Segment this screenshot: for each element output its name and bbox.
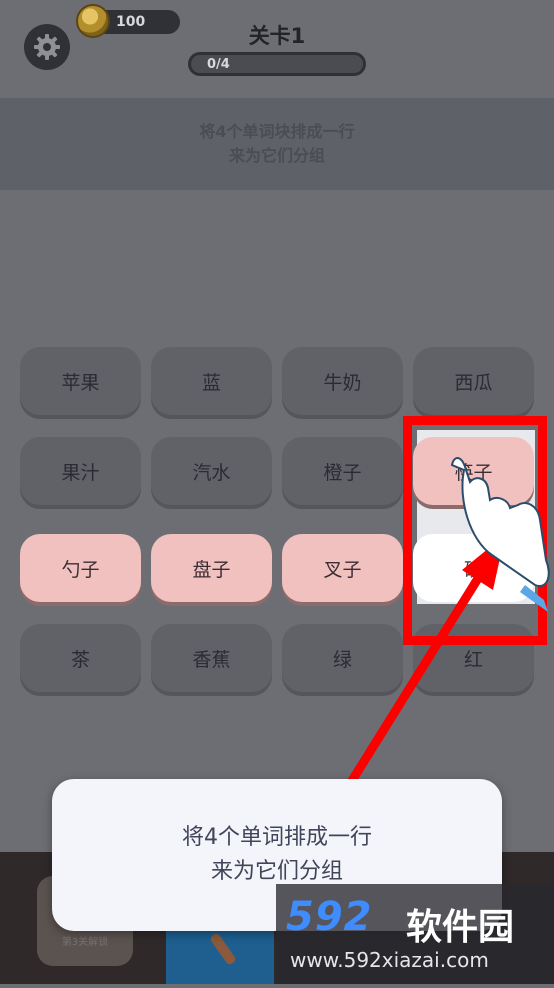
progress-bar: 0/4 (188, 52, 366, 76)
word-tile[interactable]: 绿 (282, 624, 403, 692)
watermark-url: www.592xiazai.com (290, 948, 489, 972)
watermark: 592 软件园 www.592xiazai.com (276, 884, 554, 984)
tooltip-line-1: 将4个单词排成一行 (182, 825, 372, 850)
word-tile-label: 绿 (332, 648, 352, 671)
word-tile[interactable]: 蓝 (151, 347, 272, 415)
word-tile[interactable]: 勺子 (20, 534, 141, 602)
instruction-line-1: 将4个单词块排成一行 (199, 122, 355, 141)
tutorial-highlight-box (403, 416, 547, 645)
word-tile-label: 盘子 (192, 558, 231, 581)
watermark-site-name: 软件园 (406, 907, 515, 948)
word-tile[interactable]: 西瓜 (413, 347, 534, 415)
locked-label: 第3关解锁 (61, 937, 109, 948)
word-tile-label: 勺子 (61, 558, 100, 581)
level-title: 关卡1 (248, 24, 306, 48)
word-tile-label: 红 (463, 648, 483, 671)
instruction-banner: 将4个单词块排成一行 来为它们分组 (0, 98, 554, 190)
word-tile-label: 叉子 (323, 558, 362, 581)
instruction-line-2: 来为它们分组 (228, 146, 325, 165)
word-tile[interactable]: 苹果 (20, 347, 141, 415)
word-tile[interactable]: 香蕉 (151, 624, 272, 692)
word-tile[interactable]: 盘子 (151, 534, 272, 602)
word-tile-label: 橙子 (323, 461, 362, 484)
word-tile-label: 果汁 (61, 461, 100, 484)
word-tile[interactable]: 果汁 (20, 437, 141, 505)
word-tile-label: 茶 (70, 648, 90, 671)
word-tile-label: 西瓜 (454, 371, 493, 394)
progress-text: 0/4 (207, 57, 230, 72)
word-tile-label: 蓝 (201, 371, 221, 394)
word-tile-label: 香蕉 (192, 648, 231, 671)
word-tile[interactable]: 汽水 (151, 437, 272, 505)
word-tile-label: 汽水 (192, 461, 231, 484)
watermark-brand: 592 (286, 894, 373, 940)
word-tile[interactable]: 牛奶 (282, 347, 403, 415)
word-tile[interactable]: 橙子 (282, 437, 403, 505)
word-tile[interactable]: 叉子 (282, 534, 403, 602)
word-tile-label: 牛奶 (323, 371, 362, 394)
word-tile-label: 苹果 (61, 371, 100, 394)
word-tile[interactable]: 茶 (20, 624, 141, 692)
